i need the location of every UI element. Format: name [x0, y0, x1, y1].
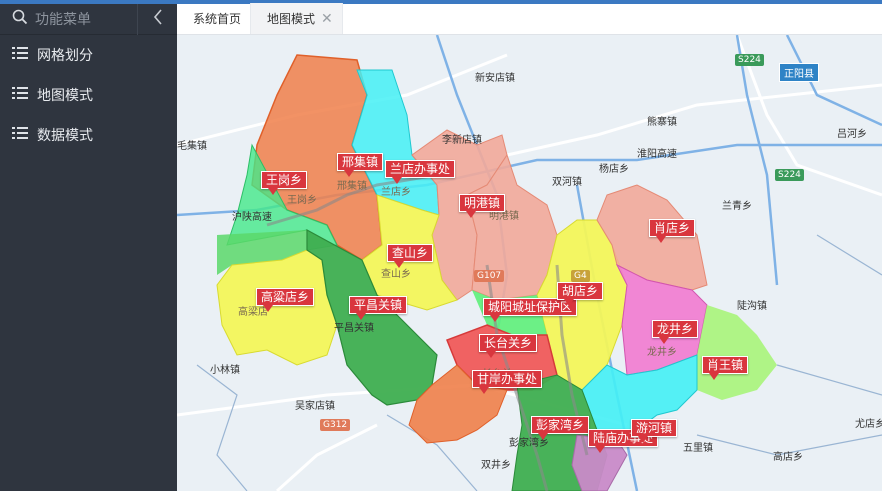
region-tag-wanggang[interactable]: 王岗乡: [261, 171, 308, 195]
road-shield: G312: [320, 419, 351, 431]
place-label: 兰青乡: [722, 201, 752, 212]
place-label: 平昌关镇: [334, 323, 374, 334]
region-tag-xiaodian[interactable]: 肖店乡: [649, 219, 696, 243]
road-shield: G4: [571, 270, 590, 282]
close-icon[interactable]: ✕: [321, 11, 333, 27]
tab-label: 系统首页: [193, 12, 242, 26]
road-shield: S224: [735, 54, 764, 66]
place-label: 杨店乡: [599, 164, 629, 175]
place-label: 尤店乡: [855, 419, 882, 430]
tab-map-mode[interactable]: 地图模式 ✕: [251, 3, 343, 34]
place-label: 邢集镇: [337, 181, 367, 192]
list-icon: [12, 86, 37, 104]
place-label: 吴家店镇: [295, 401, 335, 412]
place-label: 王岗乡: [287, 195, 317, 206]
list-icon: [12, 46, 37, 64]
tab-label: 地图模式: [267, 12, 316, 26]
sidebar-item-label: 地图模式: [37, 88, 93, 104]
sidebar-item-label: 数据模式: [37, 128, 93, 144]
region-tag-landian[interactable]: 兰店办事处: [385, 160, 456, 184]
region-tag-xiaowang[interactable]: 肖王镇: [702, 356, 749, 380]
road-label: 淮阳高速: [637, 149, 677, 160]
region-tag-chengyang[interactable]: 城阳城址保护区: [483, 298, 578, 322]
region-tag-pengjiawan[interactable]: 彭家湾乡: [531, 416, 590, 440]
search-icon: [12, 9, 35, 29]
region-tag-gaoliangdian[interactable]: 高粱店乡: [256, 288, 315, 312]
place-label: 熊寨镇: [647, 117, 677, 128]
collapse-button[interactable]: [137, 3, 177, 35]
menu-search[interactable]: 功能菜单: [0, 4, 137, 35]
region-tag-minggang[interactable]: 明港镇: [459, 194, 506, 218]
region-tag-chashan[interactable]: 查山乡: [387, 244, 434, 268]
tab-home[interactable]: 系统首页: [177, 3, 252, 34]
region-tag-changtaiguan[interactable]: 长台关乡: [479, 334, 538, 358]
place-label: 兰店乡: [381, 187, 411, 198]
region-tag-hudian[interactable]: 胡店乡: [557, 282, 604, 306]
sidebar-header: 功能菜单: [0, 3, 177, 35]
place-label: 龙井乡: [647, 347, 677, 358]
chevron-left-icon: [153, 9, 163, 29]
sidebar-item-grid[interactable]: 网格划分: [0, 35, 177, 75]
place-label: 新安店镇: [475, 73, 515, 84]
sidebar-item-data[interactable]: 数据模式: [0, 115, 177, 155]
region-tag-xingji[interactable]: 邢集镇: [337, 153, 384, 177]
list-icon: [12, 126, 37, 144]
place-label: 小林镇: [210, 365, 240, 376]
place-label: 李新店镇: [442, 135, 482, 146]
road-shield: S224: [775, 169, 804, 181]
place-label: 五里镇: [683, 443, 713, 454]
place-label: 双河镇: [552, 177, 582, 188]
place-label: 高店乡: [773, 452, 803, 463]
place-label: 毛集镇: [177, 141, 207, 152]
road-shield: G107: [474, 270, 505, 282]
county-label: 正阳县: [779, 63, 819, 82]
road-label: 沪陕高速: [232, 212, 272, 223]
place-label: 吕河乡: [837, 129, 867, 140]
region-tag-pingchangguan[interactable]: 平昌关镇: [349, 296, 408, 320]
sidebar-item-map[interactable]: 地图模式: [0, 75, 177, 115]
place-label: 陡沟镇: [737, 301, 767, 312]
region-tag-ganan[interactable]: 甘岸办事处: [472, 370, 543, 394]
region-tag-longjing[interactable]: 龙井乡: [652, 320, 699, 344]
place-label: 双井乡: [481, 460, 511, 471]
region-tag-youhe[interactable]: 游河镇: [631, 419, 678, 443]
sidebar: 功能菜单 网格划分 地图模式 数据模式: [0, 3, 177, 491]
map-drawing: [177, 35, 882, 491]
menu-search-label: 功能菜单: [35, 12, 91, 28]
sidebar-item-label: 网格划分: [37, 48, 93, 64]
tab-bar: 系统首页 地图模式 ✕: [177, 3, 882, 35]
map-canvas[interactable]: 新安店镇 李新店镇 双河镇 杨店乡 熊寨镇 吕河乡 兰青乡 陡沟镇 小林镇 吴家…: [177, 35, 882, 491]
